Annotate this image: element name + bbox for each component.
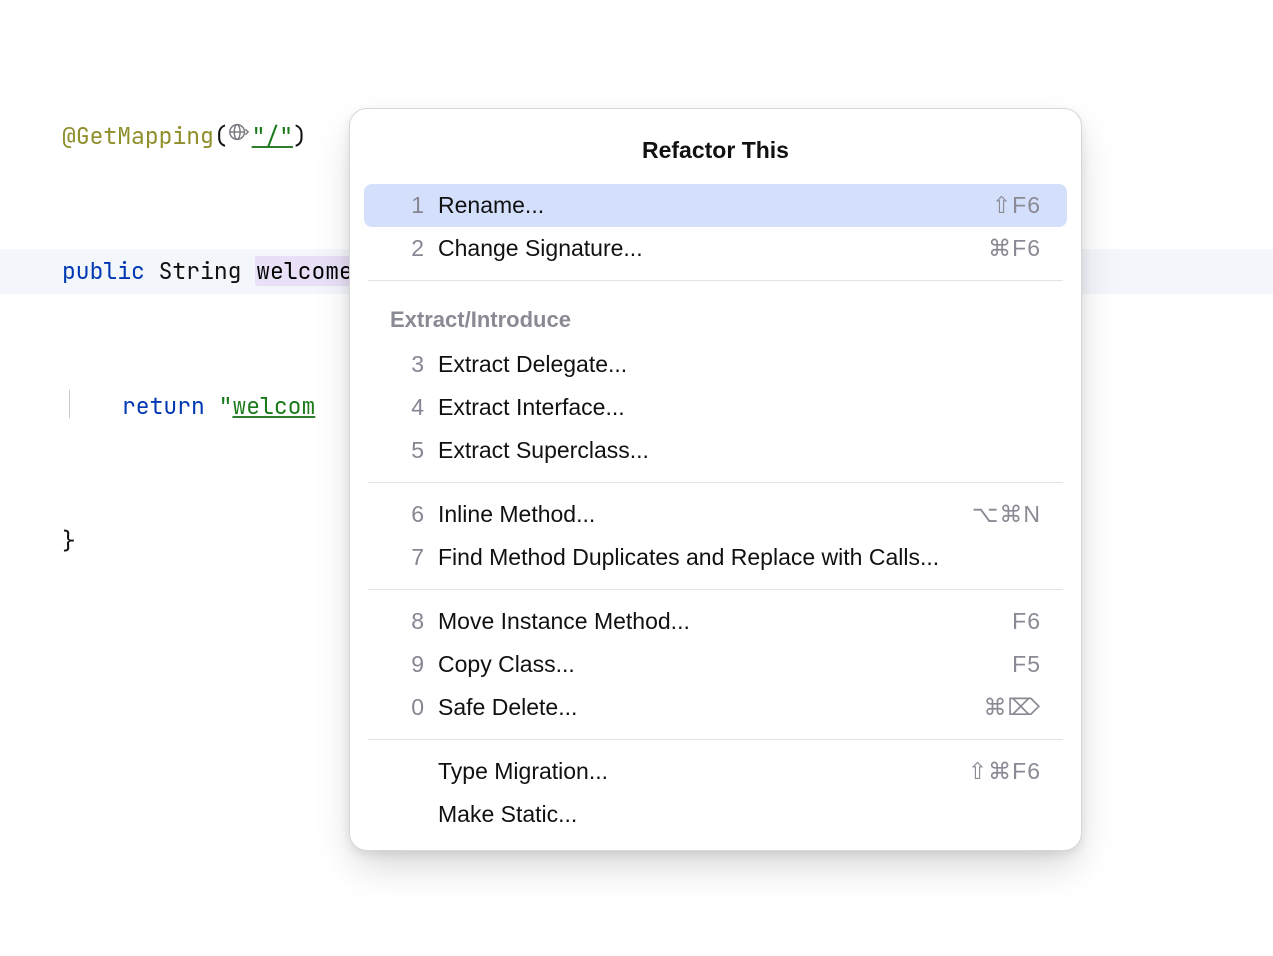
popup-title: Refactor This (350, 109, 1081, 184)
item-index: 5 (390, 437, 424, 464)
item-shortcut: ⌘⌦ (961, 694, 1041, 721)
refactor-item-inline-method[interactable]: 6 Inline Method...⌥⌘N (364, 493, 1067, 536)
refactor-group-inline: 6 Inline Method...⌥⌘N 7 Find Method Duplica… (350, 493, 1081, 579)
paren-open: ( (214, 121, 228, 151)
popup-divider (368, 280, 1063, 281)
item-label: Extract Delegate... (438, 351, 961, 378)
annotation-name: GetMapping (76, 121, 214, 151)
refactor-group-move: 8 Move Instance Method...F6 9 Copy Class...… (350, 600, 1081, 729)
item-label: Extract Interface... (438, 394, 961, 421)
refactor-item-rename[interactable]: 1 Rename...⇧F6 (364, 184, 1067, 227)
item-shortcut: ⇧⌘F6 (961, 758, 1041, 785)
refactor-item-copy-class[interactable]: 9 Copy Class...F5 (364, 643, 1067, 686)
refactor-item-extract-interface[interactable]: 4 Extract Interface... (364, 386, 1067, 429)
item-index: 0 (390, 694, 424, 721)
item-index: 7 (390, 544, 424, 571)
refactor-group-main: 1 Rename...⇧F6 2 Change Signature...⌘F6 (350, 184, 1081, 270)
keyword-return: return (122, 391, 205, 421)
item-index: 8 (390, 608, 424, 635)
item-label: Move Instance Method... (438, 608, 961, 635)
item-label: Make Static... (438, 801, 961, 828)
paren-close: ) (293, 121, 307, 151)
popup-divider (368, 589, 1063, 590)
item-label: Type Migration... (438, 758, 961, 785)
item-shortcut: ⌥⌘N (961, 501, 1041, 528)
item-label: Safe Delete... (438, 694, 961, 721)
refactor-item-make-static[interactable]: 0Make Static... (364, 793, 1067, 836)
item-shortcut: F6 (961, 608, 1041, 635)
refactor-this-popup: Refactor This 1 Rename...⇧F6 2 Change Signa… (349, 108, 1082, 851)
refactor-item-extract-superclass[interactable]: 5 Extract Superclass... (364, 429, 1067, 472)
refactor-item-move-instance-method[interactable]: 8 Move Instance Method...F6 (364, 600, 1067, 643)
item-index: 9 (390, 651, 424, 678)
type-string: String (159, 256, 242, 286)
item-label: Rename... (438, 192, 961, 219)
item-shortcut: ⇧F6 (961, 192, 1041, 219)
refactor-item-change-signature[interactable]: 2 Change Signature...⌘F6 (364, 227, 1067, 270)
annotation-at: @ (62, 121, 76, 151)
item-shortcut: F5 (961, 651, 1041, 678)
item-label: Inline Method... (438, 501, 961, 528)
refactor-item-safe-delete[interactable]: 0 Safe Delete...⌘⌦ (364, 686, 1067, 729)
url-mapping-icon[interactable] (228, 113, 250, 158)
item-label: Extract Superclass... (438, 437, 961, 464)
popup-divider (368, 482, 1063, 483)
refactor-group-misc: 0Type Migration...⇧⌘F60Make Static... (350, 750, 1081, 836)
section-extract-introduce: Extract/Introduce (350, 291, 1081, 343)
refactor-item-extract-delegate[interactable]: 3 Extract Delegate... (364, 343, 1067, 386)
item-label: Find Method Duplicates and Replace with … (438, 544, 961, 571)
refactor-item-find-method-duplicates-and-replace-with-calls[interactable]: 7 Find Method Duplicates and Replace with… (364, 536, 1067, 579)
item-label: Copy Class... (438, 651, 961, 678)
keyword-public: public (62, 256, 145, 286)
item-index: 2 (390, 235, 424, 262)
item-index: 3 (390, 351, 424, 378)
popup-divider (368, 739, 1063, 740)
refactor-item-type-migration[interactable]: 0Type Migration...⇧⌘F6 (364, 750, 1067, 793)
annotation-arg: "/" (252, 121, 293, 151)
item-index: 1 (390, 192, 424, 219)
item-index: 4 (390, 394, 424, 421)
method-name-welcome[interactable]: welcome (255, 256, 354, 286)
string-literal: "welcom (219, 391, 316, 421)
item-index: 6 (390, 501, 424, 528)
item-label: Change Signature... (438, 235, 961, 262)
refactor-group-extract: 3 Extract Delegate... 4 Extract Interface..… (350, 343, 1081, 472)
item-shortcut: ⌘F6 (961, 235, 1041, 262)
